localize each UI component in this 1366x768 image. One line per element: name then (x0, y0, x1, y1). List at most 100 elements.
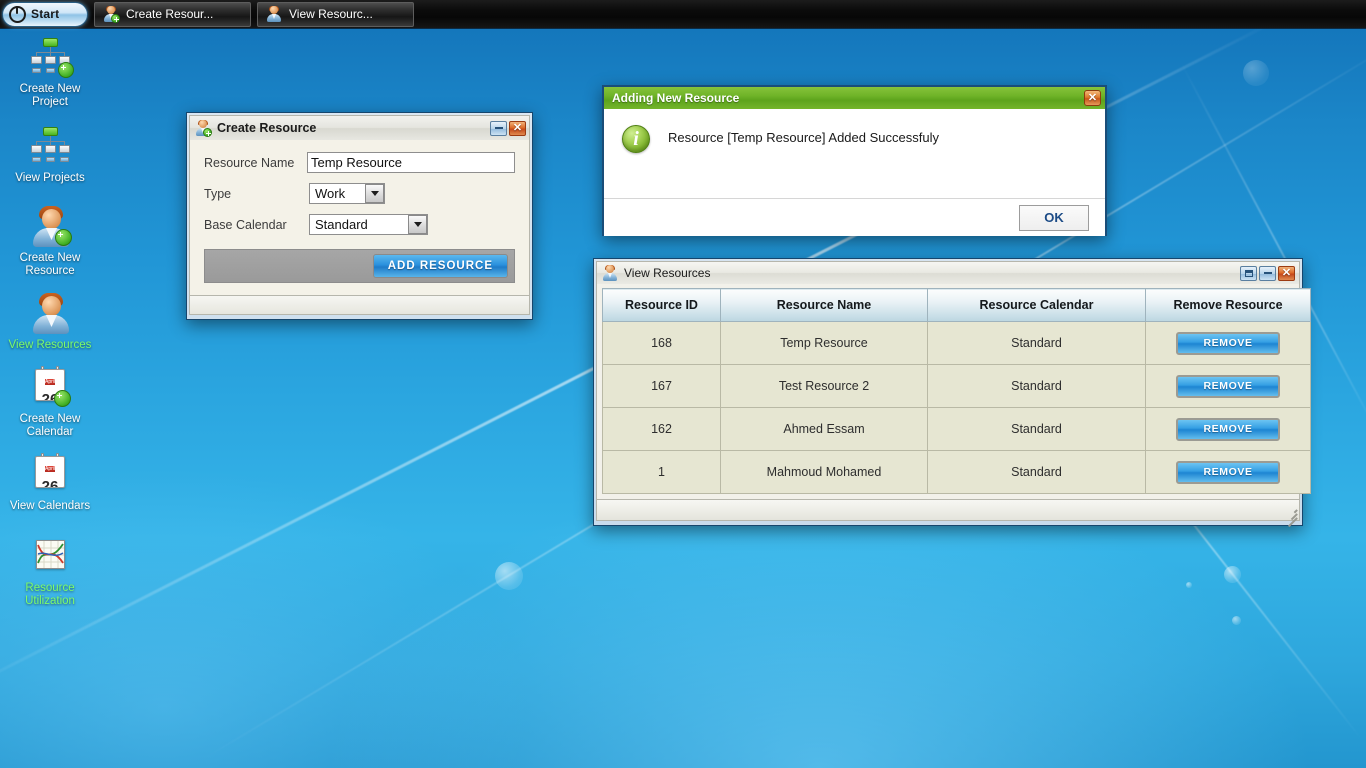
desktop-icon-list: Create New Project View Projects (0, 36, 100, 618)
type-select-value: Work (310, 186, 365, 201)
resources-table: Resource ID Resource Name Resource Calen… (602, 288, 1311, 494)
start-button-label: Start (31, 7, 59, 21)
dialog-titlebar[interactable]: Adding New Resource ✕ (604, 87, 1105, 109)
minimize-icon[interactable] (490, 121, 507, 136)
dialog-title: Adding New Resource (612, 91, 1084, 105)
remove-resource-button[interactable]: REMOVE (1176, 418, 1280, 441)
taskbar-item-view-resources[interactable]: View Resourc... (257, 2, 414, 27)
taskbar-item-create-resource[interactable]: Create Resour... (94, 2, 251, 27)
dialog-footer: OK (604, 198, 1105, 236)
wallpaper-bubble (495, 562, 523, 590)
resource-name-label: Resource Name (204, 156, 307, 170)
desktop-icon-label: View Projects (15, 172, 84, 185)
close-icon[interactable]: ✕ (509, 121, 526, 136)
wallpaper-bubble (1243, 60, 1269, 86)
table-row[interactable]: 167 Test Resource 2 Standard REMOVE (603, 365, 1311, 408)
calendar-month-label: April (45, 466, 55, 472)
cell-resource-id: 162 (603, 408, 721, 451)
cell-resource-id: 168 (603, 322, 721, 365)
cell-resource-name: Mahmoud Mohamed (721, 451, 928, 494)
create-resource-footer: ADD RESOURCE (204, 249, 515, 283)
table-row[interactable]: 1 Mahmoud Mohamed Standard REMOVE (603, 451, 1311, 494)
cell-remove-action: REMOVE (1146, 322, 1311, 365)
close-icon[interactable]: ✕ (1278, 266, 1295, 281)
cell-resource-name: Ahmed Essam (721, 408, 928, 451)
person-icon (266, 6, 282, 22)
info-icon: i (622, 125, 650, 153)
form-row-resource-name: Resource Name (204, 152, 515, 173)
desktop-icon-view-resources[interactable]: View Resources (0, 292, 100, 352)
desktop-icon-label: Create New Calendar (2, 413, 98, 439)
base-calendar-select[interactable]: Standard (309, 214, 428, 235)
cell-resource-calendar: Standard (928, 408, 1146, 451)
desktop-icon-label: Resource Utilization (2, 582, 98, 608)
desktop-icon-label: View Resources (9, 339, 92, 352)
view-resources-window-controls: ✕ (1240, 266, 1295, 281)
desktop-icon-create-new-resource[interactable]: Create New Resource (0, 205, 100, 278)
create-resource-title: Create Resource (217, 121, 490, 135)
power-icon (9, 6, 26, 23)
adding-new-resource-dialog[interactable]: Adding New Resource ✕ i Resource [Temp R… (602, 85, 1107, 236)
view-resources-title: View Resources (624, 266, 1240, 280)
remove-resource-button[interactable]: REMOVE (1176, 461, 1280, 484)
resize-grip-icon[interactable] (1284, 506, 1297, 519)
create-resource-window-controls: ✕ (490, 121, 526, 136)
cell-resource-name: Test Resource 2 (721, 365, 928, 408)
table-header-row: Resource ID Resource Name Resource Calen… (603, 289, 1311, 322)
table-row[interactable]: 168 Temp Resource Standard REMOVE (603, 322, 1311, 365)
cell-remove-action: REMOVE (1146, 408, 1311, 451)
create-resource-statusbar (189, 296, 530, 315)
view-resources-titlebar[interactable]: View Resources ✕ (596, 261, 1300, 284)
calendar-month-label: April (45, 379, 55, 385)
dialog-body: i Resource [Temp Resource] Added Success… (604, 109, 1105, 198)
desktop-icon-create-new-calendar[interactable]: April 26 Create New Calendar (0, 366, 100, 439)
person-icon (602, 265, 618, 281)
dialog-message: Resource [Temp Resource] Added Successfu… (668, 125, 939, 145)
cell-resource-calendar: Standard (928, 451, 1146, 494)
maximize-icon[interactable] (1240, 266, 1257, 281)
create-resource-window[interactable]: Create Resource ✕ Resource Name Type Wor… (186, 112, 533, 320)
type-select[interactable]: Work (309, 183, 385, 204)
taskbar-item-label: Create Resour... (126, 7, 213, 21)
column-header-resource-name: Resource Name (721, 289, 928, 322)
close-icon[interactable]: ✕ (1084, 90, 1101, 106)
taskbar: Start Create Resour... View Resourc... (0, 0, 1366, 29)
column-header-resource-calendar: Resource Calendar (928, 289, 1146, 322)
chevron-down-icon[interactable] (365, 184, 384, 203)
person-add-icon (195, 120, 211, 136)
create-resource-titlebar[interactable]: Create Resource ✕ (189, 115, 530, 140)
desktop-icon-label: Create New Resource (2, 252, 98, 278)
calendar-add-icon: April 26 (28, 366, 72, 410)
person-icon (28, 292, 72, 336)
table-row[interactable]: 162 Ahmed Essam Standard REMOVE (603, 408, 1311, 451)
view-resources-content: Resource ID Resource Name Resource Calen… (596, 284, 1300, 500)
cell-remove-action: REMOVE (1146, 451, 1311, 494)
chevron-down-icon[interactable] (408, 215, 427, 234)
calendar-day-label: 26 (42, 478, 59, 488)
form-row-type: Type Work (204, 183, 515, 204)
remove-resource-button[interactable]: REMOVE (1176, 375, 1280, 398)
cell-resource-calendar: Standard (928, 365, 1146, 408)
minimize-icon[interactable] (1259, 266, 1276, 281)
column-header-resource-id: Resource ID (603, 289, 721, 322)
view-resources-window[interactable]: View Resources ✕ Resource ID Resource Na… (593, 258, 1303, 526)
desktop-icon-view-calendars[interactable]: April 26 View Calendars (0, 453, 100, 513)
create-resource-form: Resource Name Type Work Base Calendar St… (189, 140, 530, 296)
view-resources-statusbar (596, 500, 1300, 521)
remove-resource-button[interactable]: REMOVE (1176, 332, 1280, 355)
add-resource-button[interactable]: ADD RESOURCE (373, 254, 508, 278)
wallpaper-bubble (1186, 582, 1192, 588)
desktop-icon-view-projects[interactable]: View Projects (0, 125, 100, 185)
start-button[interactable]: Start (2, 2, 88, 27)
desktop-icon-create-new-project[interactable]: Create New Project (0, 36, 100, 109)
cell-resource-calendar: Standard (928, 322, 1146, 365)
ok-button[interactable]: OK (1019, 205, 1089, 231)
project-tree-icon (28, 125, 72, 169)
desktop-icon-resource-utilization[interactable]: Resource Utilization (0, 535, 100, 608)
base-calendar-label: Base Calendar (204, 218, 309, 232)
resource-name-input[interactable] (307, 152, 515, 173)
base-calendar-select-value: Standard (310, 217, 408, 232)
line-chart-icon (28, 535, 72, 579)
project-tree-add-icon (28, 36, 72, 80)
form-row-base-calendar: Base Calendar Standard (204, 214, 515, 235)
